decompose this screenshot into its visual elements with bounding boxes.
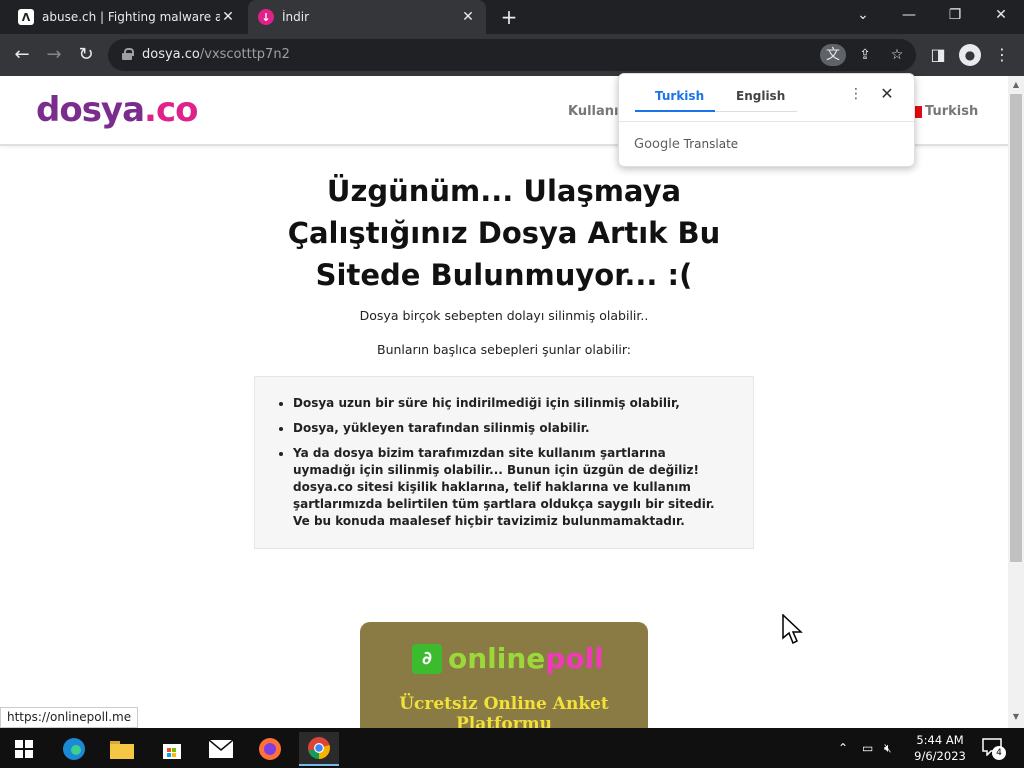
- windows-taskbar: ⌃ ▭ 🔇︎ 5:44 AM 9/6/2023 4: [0, 728, 1024, 768]
- bookmark-star-icon[interactable]: ☆: [886, 44, 908, 66]
- ad-tagline: Ücretsiz Online Anket Platformu: [399, 694, 609, 728]
- lock-icon[interactable]: [122, 48, 134, 60]
- onlinepoll-mark-icon: ∂: [412, 643, 442, 674]
- edge-icon: [63, 738, 85, 760]
- show-hidden-icons-button[interactable]: ⌃: [838, 728, 848, 768]
- close-window-button[interactable]: ✕: [978, 0, 1024, 30]
- kebab-menu-icon[interactable]: ⋮: [990, 43, 1014, 67]
- dosya-favicon-icon: ↓: [258, 9, 274, 25]
- page-title: Üzgünüm... Ulaşmaya Çalıştığınız Dosya A…: [287, 174, 721, 292]
- tab-search-chevron-icon[interactable]: ⌄: [840, 0, 886, 30]
- side-panel-icon[interactable]: ◨: [926, 43, 950, 67]
- list-item: Dosya, yükleyen tarafından silinmiş olab…: [293, 420, 723, 437]
- share-icon[interactable]: ⇪: [854, 44, 876, 66]
- translate-popup: Turkish English ⋮ ✕ Google Translate: [618, 73, 915, 167]
- url-text: dosya.co/vxscotttp7n2: [142, 47, 290, 62]
- reasons-box: Dosya uzun bir süre hiç indirilmediği iç…: [254, 376, 754, 549]
- folder-icon: [110, 741, 134, 759]
- volume-muted-icon[interactable]: 🔇︎: [884, 728, 892, 768]
- close-tab-icon[interactable]: ✕: [220, 9, 236, 25]
- network-icon[interactable]: ▭: [862, 728, 873, 768]
- notification-center-button[interactable]: 4: [982, 738, 1006, 760]
- edge-taskbar-button[interactable]: [54, 732, 94, 766]
- site-logo[interactable]: dosya.co: [36, 90, 198, 130]
- subtext-reason-intro: Dosya birçok sebepten dolayı silinmiş ol…: [359, 308, 649, 323]
- reasons-list: Dosya uzun bir süre hiç indirilmediği iç…: [293, 395, 723, 530]
- list-item: Ya da dosya bizim tarafımızdan site kull…: [293, 445, 723, 530]
- abuse-ch-favicon-icon: Λ: [18, 9, 34, 25]
- translate-icon[interactable]: 文: [820, 44, 846, 66]
- tab-indir[interactable]: ↓ İndir ✕: [248, 0, 486, 34]
- tab-title: abuse.ch | Fighting malware and: [42, 10, 220, 24]
- file-explorer-taskbar-button[interactable]: [102, 732, 142, 766]
- browser-tab-strip: Λ abuse.ch | Fighting malware and ✕ ↓ İn…: [0, 0, 1024, 34]
- tab-abuse-ch[interactable]: Λ abuse.ch | Fighting malware and ✕: [8, 0, 246, 34]
- firefox-taskbar-button[interactable]: [250, 732, 290, 766]
- mail-taskbar-button[interactable]: [201, 732, 241, 766]
- minimize-button[interactable]: —: [886, 0, 932, 30]
- forward-button[interactable]: →: [42, 43, 66, 67]
- translate-tab-english[interactable]: English: [736, 89, 785, 103]
- web-page: dosya.co Kullanıcı Turkish Üzgünüm... Ul…: [0, 76, 1008, 728]
- start-button[interactable]: [4, 732, 44, 766]
- firefox-icon: [259, 738, 281, 760]
- scroll-thumb[interactable]: [1010, 94, 1022, 562]
- new-tab-button[interactable]: +: [498, 6, 520, 28]
- system-clock[interactable]: 5:44 AM 9/6/2023: [904, 732, 976, 764]
- google-translate-brand: Google Translate: [634, 137, 739, 152]
- back-button[interactable]: ←: [10, 43, 34, 67]
- store-taskbar-button[interactable]: [152, 732, 192, 766]
- subtext-reason-list-intro: Bunların başlıca sebepleri şunlar olabil…: [377, 342, 631, 357]
- translate-close-icon[interactable]: ✕: [878, 84, 896, 104]
- mail-envelope-icon: [209, 740, 233, 758]
- translate-options-icon[interactable]: ⋮: [849, 86, 863, 104]
- page-scrollbar[interactable]: ▲ ▼: [1008, 76, 1024, 728]
- browser-toolbar: ← → ↻ dosya.co/vxscotttp7n2 文 ⇪ ☆ ◨ ● ⋮: [0, 34, 1024, 76]
- reload-button[interactable]: ↻: [74, 43, 98, 67]
- address-bar[interactable]: dosya.co/vxscotttp7n2 文 ⇪ ☆: [108, 39, 916, 71]
- chrome-icon: [308, 737, 330, 759]
- profile-avatar-icon[interactable]: ●: [959, 44, 981, 66]
- scroll-down-arrow-icon[interactable]: ▼: [1008, 712, 1024, 724]
- onlinepoll-logo: ∂ online poll: [412, 642, 604, 675]
- active-tab-indicator: [635, 110, 715, 112]
- notification-count-badge: 4: [992, 746, 1006, 760]
- windows-logo-icon: [15, 740, 33, 758]
- store-bag-icon: [163, 744, 181, 759]
- language-selector[interactable]: Turkish: [912, 104, 978, 119]
- scroll-up-arrow-icon[interactable]: ▲: [1008, 80, 1024, 92]
- link-status-bubble: https://onlinepoll.me: [0, 707, 139, 728]
- mouse-cursor-icon: [782, 614, 803, 645]
- translate-tab-turkish[interactable]: Turkish: [655, 89, 704, 103]
- onlinepoll-ad-banner[interactable]: ∂ online poll Ücretsiz Online Anket Platf…: [360, 622, 648, 728]
- chrome-taskbar-button[interactable]: [299, 732, 339, 766]
- translate-separator: [619, 121, 914, 122]
- list-item: Dosya uzun bir süre hiç indirilmediği iç…: [293, 395, 723, 412]
- tab-title: İndir: [282, 10, 310, 24]
- close-tab-icon[interactable]: ✕: [460, 9, 476, 25]
- restore-button[interactable]: ❐: [932, 0, 978, 30]
